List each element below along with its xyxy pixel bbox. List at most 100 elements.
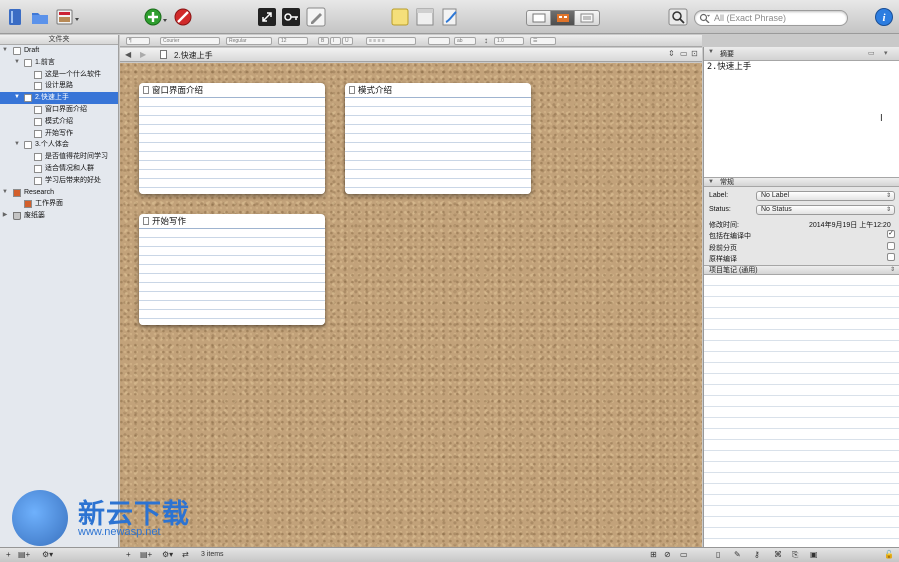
view-mode-switch[interactable] xyxy=(526,10,600,26)
font-size-menu[interactable]: 12 xyxy=(278,37,308,45)
back-arrow-icon[interactable]: ◀ xyxy=(125,50,131,59)
disclosure-open-icon[interactable]: ▼ xyxy=(2,45,8,57)
binder-item-research[interactable]: ▼ Research xyxy=(0,187,118,199)
gear-icon[interactable]: ⚙▾ xyxy=(162,550,173,560)
synopsis-menu-icon[interactable]: ▾ xyxy=(884,49,888,57)
lock-icon[interactable]: 🔓 xyxy=(884,550,894,560)
binder-item-trash[interactable]: ▶ 废纸篓 xyxy=(0,210,118,222)
general-section-header[interactable]: ▼ 常规 xyxy=(704,177,899,187)
inspector-notes-tab-icon[interactable]: ▯ xyxy=(716,550,720,560)
arrange-icon[interactable]: ⇄ xyxy=(182,550,189,560)
italic-button[interactable]: I xyxy=(330,37,341,45)
edit-pencil-icon[interactable] xyxy=(306,7,326,27)
index-card[interactable]: 模式介绍 xyxy=(345,83,531,194)
synopsis-image-toggle-icon[interactable]: ▭ xyxy=(868,49,875,57)
disclosure-closed-icon[interactable]: ▶ xyxy=(2,210,8,222)
corkboard-mode-icon[interactable] xyxy=(551,11,575,25)
index-card[interactable]: 开始写作 xyxy=(139,214,325,325)
forward-arrow-icon[interactable]: ▶ xyxy=(140,50,146,59)
binder-item-document[interactable]: 是否值得花时间学习 xyxy=(0,151,118,163)
add-folder-icon[interactable]: ▤+ xyxy=(140,550,152,560)
layout-window-icon[interactable] xyxy=(415,7,435,27)
page-break-checkbox[interactable] xyxy=(887,242,895,250)
disclosure-open-icon[interactable]: ▼ xyxy=(14,57,20,69)
binder-item-folder[interactable]: ▼ 1.前言 xyxy=(0,57,118,69)
snapshot-note-icon[interactable] xyxy=(390,7,410,27)
collections-folder-icon[interactable] xyxy=(30,7,50,27)
search-options-icon[interactable] xyxy=(668,7,688,27)
search-input[interactable]: All (Exact Phrase) xyxy=(694,10,848,26)
outliner-mode-icon[interactable] xyxy=(575,11,599,25)
add-card-icon[interactable]: + xyxy=(126,550,131,560)
keywords-tab-icon[interactable]: ⚷ xyxy=(754,550,760,560)
paragraph-style-menu[interactable]: ¶ xyxy=(126,37,150,45)
add-document-button[interactable] xyxy=(144,7,168,27)
label-popup[interactable]: No Label ⇕ xyxy=(756,191,895,201)
card-title[interactable]: 模式介绍 xyxy=(358,84,392,96)
list-menu[interactable]: ☰ xyxy=(530,37,556,45)
notes-section-header[interactable]: 项目笔记 (通用) ⇕ xyxy=(704,265,899,275)
gear-icon[interactable]: ⚙▾ xyxy=(42,550,53,560)
index-card[interactable]: 窗口界面介绍 xyxy=(139,83,325,194)
view-options-icon[interactable] xyxy=(55,7,81,27)
disclosure-open-icon[interactable]: ▼ xyxy=(14,139,20,151)
status-popup[interactable]: No Status ⇕ xyxy=(756,205,895,215)
keywords-icon[interactable] xyxy=(281,7,301,27)
card-synopsis[interactable] xyxy=(345,98,531,194)
card-size-icon[interactable]: ▭ xyxy=(680,550,688,560)
link-tab-icon[interactable]: ⌘ xyxy=(774,550,782,560)
alignment-buttons[interactable]: ≡ ≡ ≡ ≡ xyxy=(366,37,416,45)
binder-item-document[interactable]: 窗口界面介绍 xyxy=(0,104,118,116)
split-toggle-icon[interactable]: ▭ xyxy=(680,49,688,58)
image-icon xyxy=(24,200,32,209)
composition-mode-icon[interactable] xyxy=(257,7,277,27)
line-spacing-menu[interactable]: 1.0 xyxy=(494,37,524,45)
disclosure-open-icon[interactable]: ▼ xyxy=(14,92,20,104)
card-title[interactable]: 开始写作 xyxy=(152,215,186,227)
binder-item-document[interactable]: 这是一个什么软件 xyxy=(0,69,118,81)
binder-item-image[interactable]: 工作界面 xyxy=(0,198,118,210)
binder-item-document[interactable]: 模式介绍 xyxy=(0,116,118,128)
add-item-icon[interactable]: + xyxy=(6,550,11,560)
highlight-color-menu[interactable]: ab xyxy=(454,37,476,45)
card-synopsis[interactable] xyxy=(139,229,325,325)
link-document-icon[interactable] xyxy=(440,7,460,27)
binder-item-folder-selected[interactable]: ▼ 2.快速上手 xyxy=(0,92,118,104)
include-compile-checkbox[interactable]: ✓ xyxy=(887,230,895,238)
binder-item-draft[interactable]: ▼ Draft xyxy=(0,45,118,57)
bold-button[interactable]: B xyxy=(318,37,329,45)
comments-tab-icon[interactable]: ▣ xyxy=(810,550,818,560)
font-family-menu[interactable]: Courier xyxy=(160,37,220,45)
binder-toggle-icon[interactable] xyxy=(5,7,25,27)
binder-item-folder[interactable]: ▼ 3.个人体会 xyxy=(0,139,118,151)
card-layout-icon[interactable]: ⊞ xyxy=(650,550,657,560)
delete-button[interactable] xyxy=(173,7,193,27)
document-icon xyxy=(34,164,42,173)
binder-item-document[interactable]: 设计思路 xyxy=(0,80,118,92)
compile-as-is-checkbox[interactable] xyxy=(887,253,895,261)
up-down-arrows-icon[interactable]: ⇕ xyxy=(668,49,675,58)
document-icon xyxy=(34,153,42,162)
collapse-triangle-icon[interactable]: ▼ xyxy=(708,49,714,55)
project-notes-area[interactable] xyxy=(704,275,899,547)
close-split-icon[interactable]: ⊡ xyxy=(691,49,698,58)
binder-item-document[interactable]: 学习后带来的好处 xyxy=(0,175,118,187)
scrivenings-mode-icon[interactable] xyxy=(527,11,551,25)
card-synopsis[interactable] xyxy=(139,98,325,194)
font-style-menu[interactable]: Regular xyxy=(226,37,272,45)
collapse-triangle-icon[interactable]: ▼ xyxy=(708,178,714,187)
disclosure-open-icon[interactable]: ▼ xyxy=(2,187,8,199)
snapshots-tab-icon[interactable]: ⎘ xyxy=(792,550,798,560)
inspector-info-button[interactable]: i xyxy=(874,7,894,27)
text-color-menu[interactable] xyxy=(428,37,450,45)
freeform-icon[interactable]: ⊘ xyxy=(664,550,671,560)
modified-date-value: 2014年9月19日 上午12:20 xyxy=(809,222,891,229)
synopsis-text[interactable]: 2.快速上手 xyxy=(707,60,751,72)
binder-item-document[interactable]: 适合情况和人群 xyxy=(0,163,118,175)
card-title[interactable]: 窗口界面介绍 xyxy=(152,84,203,96)
modified-date-label[interactable]: 修改时间: xyxy=(709,220,739,230)
add-folder-icon[interactable]: ▤+ xyxy=(18,550,30,560)
underline-button[interactable]: U xyxy=(342,37,353,45)
binder-item-document[interactable]: 开始写作 xyxy=(0,128,118,140)
references-tab-icon[interactable]: ✎ xyxy=(734,550,741,560)
